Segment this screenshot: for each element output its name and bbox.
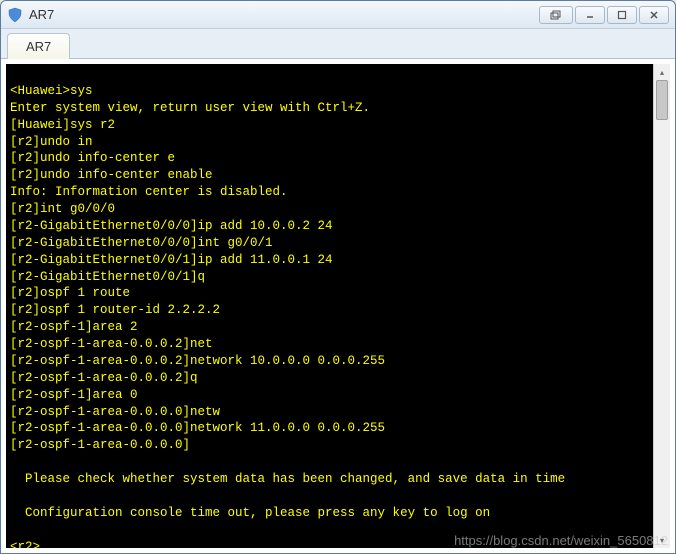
app-icon <box>7 7 23 23</box>
terminal-line: Info: Information center is disabled. <box>10 184 649 201</box>
titlebar[interactable]: AR7 <box>1 1 675 29</box>
terminal-line: [Huawei]sys r2 <box>10 117 649 134</box>
terminal-line: [r2-ospf-1-area-0.0.0.2]net <box>10 336 649 353</box>
terminal-line: [r2-ospf-1-area-0.0.0.2]q <box>10 370 649 387</box>
terminal-line: [r2]int g0/0/0 <box>10 201 649 218</box>
terminal-line: [r2]ospf 1 router-id 2.2.2.2 <box>10 302 649 319</box>
terminal-line: [r2-ospf-1-area-0.0.0.2]network 10.0.0.0… <box>10 353 649 370</box>
scrollbar[interactable]: ▴ ▾ <box>653 64 670 548</box>
window-controls <box>539 6 669 24</box>
terminal-line: [r2-GigabitEthernet0/0/0]ip add 10.0.0.2… <box>10 218 649 235</box>
terminal-line: [r2]ospf 1 route <box>10 285 649 302</box>
terminal-container: <Huawei>sysEnter system view, return use… <box>1 59 675 553</box>
terminal-line: [r2-ospf-1]area 0 <box>10 387 649 404</box>
terminal-line: [r2]undo info-center e <box>10 150 649 167</box>
terminal-line <box>10 488 649 505</box>
terminal-line: <Huawei>sys <box>10 83 649 100</box>
terminal-line <box>10 66 649 83</box>
terminal-line: [r2-ospf-1-area-0.0.0.0]network 11.0.0.0… <box>10 420 649 437</box>
tab-ar7[interactable]: AR7 <box>7 33 70 59</box>
terminal-line: [r2]undo in <box>10 134 649 151</box>
scroll-down-button[interactable]: ▾ <box>654 532 670 548</box>
tab-label: AR7 <box>26 39 51 54</box>
terminal-line: [r2-ospf-1]area 2 <box>10 319 649 336</box>
terminal-line: Please check whether system data has bee… <box>10 471 649 488</box>
terminal-line: Enter system view, return user view with… <box>10 100 649 117</box>
tab-bar: AR7 <box>1 29 675 59</box>
terminal-line: [r2-GigabitEthernet0/0/1]ip add 11.0.0.1… <box>10 252 649 269</box>
terminal-line <box>10 522 649 539</box>
window-title: AR7 <box>29 7 539 22</box>
close-button[interactable] <box>639 6 669 24</box>
app-window: AR7 AR7 <Huawei>sysEnter system view, re… <box>0 0 676 554</box>
terminal-line <box>10 454 649 471</box>
maximize-button[interactable] <box>607 6 637 24</box>
scroll-up-button[interactable]: ▴ <box>654 64 670 80</box>
terminal-line: [r2]undo info-center enable <box>10 167 649 184</box>
terminal-line: <r2> <box>10 539 649 549</box>
terminal-line: [r2-ospf-1-area-0.0.0.0]netw <box>10 404 649 421</box>
terminal-line: [r2-GigabitEthernet0/0/1]q <box>10 269 649 286</box>
terminal[interactable]: <Huawei>sysEnter system view, return use… <box>6 64 653 548</box>
restore-button[interactable] <box>539 6 573 24</box>
terminal-line: Configuration console time out, please p… <box>10 505 649 522</box>
terminal-line: [r2-ospf-1-area-0.0.0.0] <box>10 437 649 454</box>
scroll-thumb[interactable] <box>656 80 668 120</box>
minimize-button[interactable] <box>575 6 605 24</box>
terminal-line: [r2-GigabitEthernet0/0/0]int g0/0/1 <box>10 235 649 252</box>
